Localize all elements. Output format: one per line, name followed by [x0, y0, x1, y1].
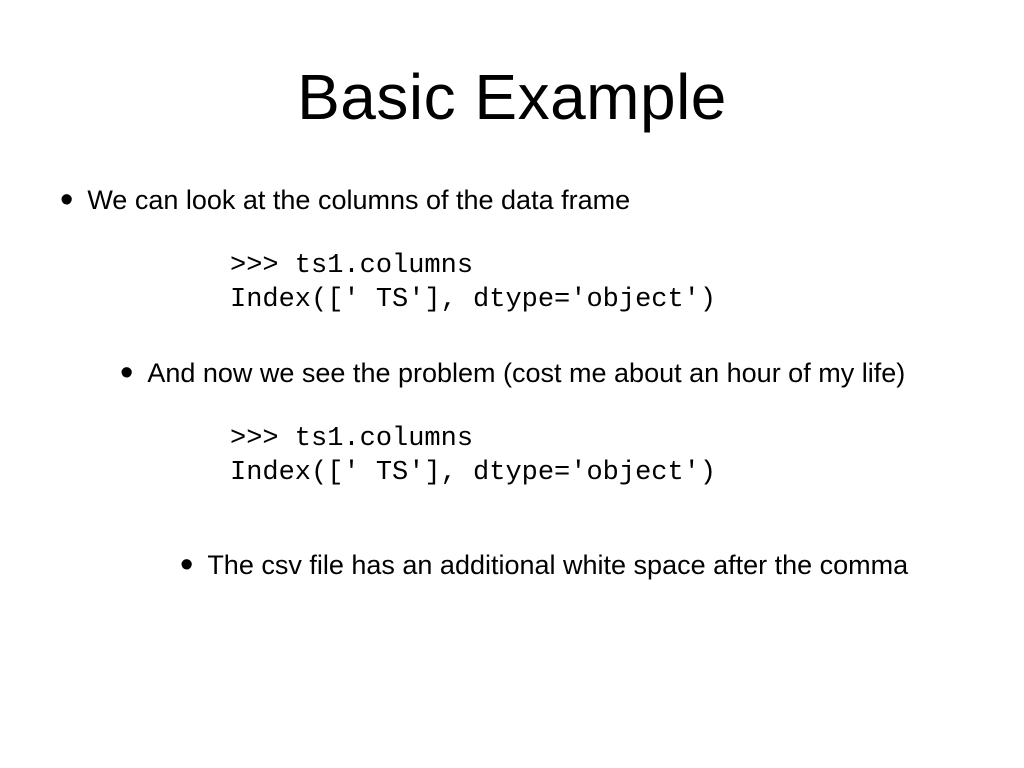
code-block-2: >>> ts1.columns Index([' TS'], dtype='ob…	[230, 423, 964, 491]
bullet-dot-icon: •	[180, 549, 193, 575]
bullet-text: And now we see the problem (cost me abou…	[147, 357, 905, 391]
slide-title: Basic Example	[60, 60, 964, 134]
slide: Basic Example • We can look at the colum…	[0, 0, 1024, 768]
bullet-text: We can look at the columns of the data f…	[87, 184, 630, 218]
bullet-level-1: • We can look at the columns of the data…	[60, 184, 964, 218]
bullet-text: The csv file has an additional white spa…	[207, 549, 908, 583]
bullet-dot-icon: •	[60, 184, 73, 210]
bullet-level-3: • The csv file has an additional white s…	[180, 549, 964, 583]
code-block-1: >>> ts1.columns Index([' TS'], dtype='ob…	[230, 250, 964, 318]
bullet-dot-icon: •	[120, 357, 133, 383]
bullet-level-2: • And now we see the problem (cost me ab…	[120, 357, 964, 391]
